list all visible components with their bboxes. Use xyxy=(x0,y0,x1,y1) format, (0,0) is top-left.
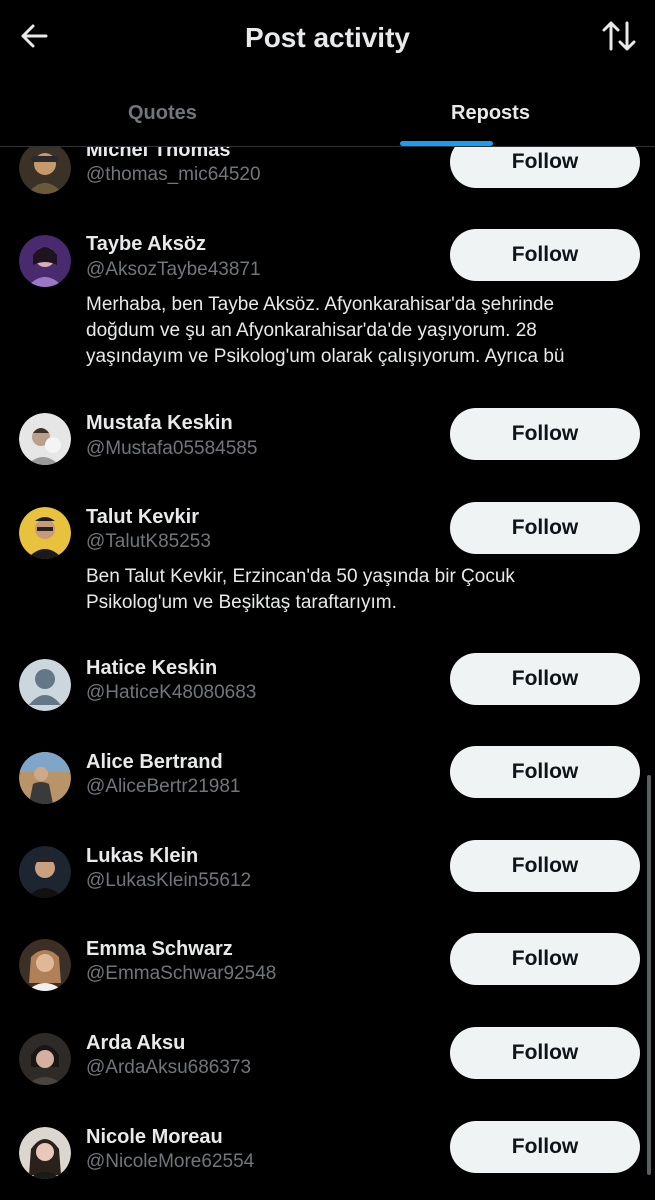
follow-button[interactable]: Follow xyxy=(450,933,640,985)
user-name[interactable]: Emma Schwarz xyxy=(86,937,233,961)
user-name[interactable]: Hatice Keskin xyxy=(86,656,217,680)
follow-button[interactable]: Follow xyxy=(450,229,640,281)
user-name[interactable]: Alice Bertrand xyxy=(86,750,223,774)
list-item[interactable]: Lukas Klein @LukasKlein55612 Follow xyxy=(0,840,655,901)
user-handle: @ArdaAksu686373 xyxy=(86,1057,252,1078)
avatar[interactable] xyxy=(19,1033,71,1085)
avatar[interactable] xyxy=(19,846,71,898)
user-handle: @AksozTaybe43871 xyxy=(86,259,261,280)
user-bio: Merhaba, ben Taybe Aksöz. Afyonkarahisar… xyxy=(86,294,565,367)
tab-bar: Quotes Reposts xyxy=(0,80,655,147)
scrollbar[interactable] xyxy=(647,775,651,1175)
list-item[interactable]: Taybe Aksöz @AksozTaybe43871 Merhaba, be… xyxy=(0,229,655,389)
user-name[interactable]: Nicole Moreau xyxy=(86,1125,223,1149)
avatar[interactable] xyxy=(19,659,71,711)
top-bar: Post activity xyxy=(0,0,655,80)
user-name[interactable]: Lukas Klein xyxy=(86,844,198,868)
list-item[interactable]: Talut Kevkir @TalutK85253 Ben Talut Kevk… xyxy=(0,502,655,622)
follow-button[interactable]: Follow xyxy=(450,502,640,554)
list-item[interactable]: Mustafa Keskin @Mustafa05584585 Follow xyxy=(0,408,655,468)
follow-button[interactable]: Follow xyxy=(450,840,640,892)
avatar[interactable] xyxy=(19,413,71,465)
user-handle: @thomas_mic64520 xyxy=(86,164,261,185)
sort-arrows-icon xyxy=(601,19,637,58)
user-bio: Ben Talut Kevkir, Erzincan'da 50 yaşında… xyxy=(86,566,515,613)
list-item[interactable]: Emma Schwarz @EmmaSchwar92548 Follow xyxy=(0,933,655,994)
user-handle: @HaticeK48080683 xyxy=(86,682,257,703)
tab-reposts[interactable]: Reposts xyxy=(327,80,654,146)
follow-button[interactable]: Follow xyxy=(450,1121,640,1173)
list-item[interactable]: Michel Thomas @thomas_mic64520 Follow xyxy=(0,136,655,200)
repost-user-list[interactable]: Michel Thomas @thomas_mic64520 Follow Ta… xyxy=(0,0,655,1200)
follow-button[interactable]: Follow xyxy=(450,746,640,798)
avatar[interactable] xyxy=(19,752,71,804)
user-handle: @LukasKlein55612 xyxy=(86,870,252,891)
follow-button[interactable]: Follow xyxy=(450,1027,640,1079)
avatar[interactable] xyxy=(19,1127,71,1179)
list-item[interactable]: Hatice Keskin @HaticeK48080683 Follow xyxy=(0,653,655,713)
active-tab-indicator xyxy=(400,141,493,146)
avatar[interactable] xyxy=(19,507,71,559)
sort-button[interactable] xyxy=(599,18,639,58)
avatar[interactable] xyxy=(19,142,71,194)
follow-button[interactable]: Follow xyxy=(450,653,640,705)
avatar[interactable] xyxy=(19,235,71,287)
list-item[interactable]: Alice Bertrand @AliceBertr21981 Follow xyxy=(0,746,655,807)
user-handle: @Mustafa05584585 xyxy=(86,438,258,459)
list-item[interactable]: Arda Aksu @ArdaAksu686373 Follow xyxy=(0,1027,655,1088)
page-title: Post activity xyxy=(245,22,410,53)
tab-quotes[interactable]: Quotes xyxy=(0,80,327,146)
user-handle: @NicoleMore62554 xyxy=(86,1151,255,1172)
user-handle: @EmmaSchwar92548 xyxy=(86,963,277,984)
follow-button[interactable]: Follow xyxy=(450,408,640,460)
user-name[interactable]: Taybe Aksöz xyxy=(86,232,206,256)
user-name[interactable]: Talut Kevkir xyxy=(86,505,199,529)
user-name[interactable]: Mustafa Keskin xyxy=(86,411,233,435)
user-name[interactable]: Arda Aksu xyxy=(86,1031,185,1055)
list-item[interactable]: Nicole Moreau @NicoleMore62554 Follow xyxy=(0,1121,655,1182)
avatar[interactable] xyxy=(19,939,71,991)
user-handle: @TalutK85253 xyxy=(86,531,211,552)
user-handle: @AliceBertr21981 xyxy=(86,776,241,797)
